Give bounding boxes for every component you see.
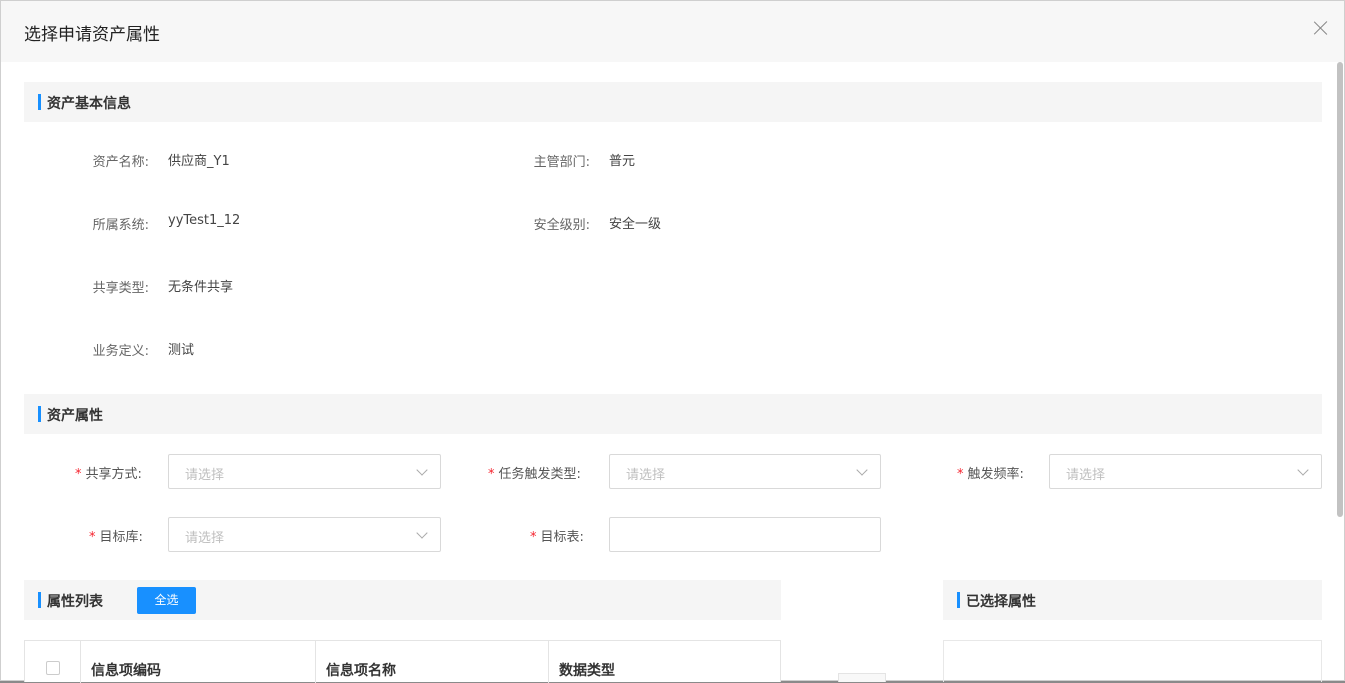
department-label: 主管部门: xyxy=(533,155,590,170)
asset-name-label: 资产名称: xyxy=(92,155,149,170)
trigger-frequency-label: * 触发频率: xyxy=(957,463,1024,482)
system-value: yyTest1_12 xyxy=(168,213,241,228)
dialog-title: 选择申请资产属性 xyxy=(24,25,160,45)
column-header-data-type: 数据类型 xyxy=(559,663,615,679)
column-header-code: 信息项编码 xyxy=(91,663,161,679)
section-title: 已选择属性 xyxy=(966,594,1036,610)
close-icon[interactable] xyxy=(1312,19,1330,37)
section-header-basic-info: 资产基本信息 xyxy=(24,82,1322,122)
section-title: 属性列表 xyxy=(47,594,103,610)
chevron-down-icon xyxy=(1297,464,1309,476)
department-value: 普元 xyxy=(609,154,636,169)
trigger-type-placeholder: 请选择 xyxy=(626,468,666,483)
select-all-checkbox[interactable] xyxy=(46,661,60,675)
section-accent-mark xyxy=(957,592,960,608)
share-type-value: 无条件共享 xyxy=(168,280,234,295)
required-mark: * xyxy=(957,467,964,482)
trigger-type-label: * 任务触发类型: xyxy=(488,463,581,482)
trigger-type-select[interactable]: 请选择 xyxy=(609,454,881,489)
section-title: 资产属性 xyxy=(47,408,103,424)
security-level-label: 安全级别: xyxy=(533,218,590,233)
share-mode-select[interactable]: 请选择 xyxy=(168,454,441,489)
required-mark: * xyxy=(488,467,495,482)
section-header-selected-attributes: 已选择属性 xyxy=(943,580,1322,620)
trigger-frequency-label-text: 触发频率: xyxy=(967,467,1024,482)
section-accent-mark xyxy=(38,94,41,110)
share-mode-label: * 共享方式: xyxy=(75,463,142,482)
section-header-asset-attributes: 资产属性 xyxy=(24,394,1322,434)
column-header-name: 信息项名称 xyxy=(326,663,396,679)
share-mode-label-text: 共享方式: xyxy=(85,467,142,482)
table-header-cell: 信息项编码 xyxy=(81,641,316,683)
table-header-cell: 信息项名称 xyxy=(316,641,549,683)
chevron-down-icon xyxy=(416,464,428,476)
section-title: 资产基本信息 xyxy=(47,96,131,112)
table-header-cell: 数据类型 xyxy=(549,641,780,683)
target-db-select[interactable]: 请选择 xyxy=(168,517,441,552)
target-table-input[interactable] xyxy=(609,517,881,552)
section-accent-mark xyxy=(38,592,41,608)
share-type-label: 共享类型: xyxy=(92,281,149,296)
system-label: 所属系统: xyxy=(92,218,149,233)
attribute-table: 信息项编码 信息项名称 数据类型 xyxy=(24,640,781,683)
target-db-placeholder: 请选择 xyxy=(185,531,225,546)
chevron-down-icon xyxy=(856,464,868,476)
dialog-header: 选择申请资产属性 xyxy=(1,1,1344,62)
trigger-type-label-text: 任务触发类型: xyxy=(498,467,581,482)
security-level-value: 安全一级 xyxy=(609,217,662,232)
section-accent-mark xyxy=(38,406,41,422)
required-mark: * xyxy=(89,530,96,545)
chevron-down-icon xyxy=(416,527,428,539)
select-all-button[interactable]: 全选 xyxy=(137,587,196,614)
target-table-label: * 目标表: xyxy=(530,526,584,545)
target-db-label-text: 目标库: xyxy=(99,530,143,545)
asset-name-value: 供应商_Y1 xyxy=(168,154,230,169)
vertical-scrollbar[interactable] xyxy=(1337,62,1343,517)
business-definition-label: 业务定义: xyxy=(92,344,149,359)
clipped-content-peek xyxy=(1173,671,1269,682)
required-mark: * xyxy=(75,467,82,482)
business-definition-value: 测试 xyxy=(168,343,195,358)
trigger-frequency-select[interactable]: 请选择 xyxy=(1049,454,1322,489)
target-table-label-text: 目标表: xyxy=(540,530,584,545)
share-mode-placeholder: 请选择 xyxy=(185,468,225,483)
target-db-label: * 目标库: xyxy=(89,526,143,545)
required-mark: * xyxy=(530,530,537,545)
table-header-checkbox-cell xyxy=(25,641,81,683)
trigger-frequency-placeholder: 请选择 xyxy=(1066,468,1106,483)
select-asset-attributes-dialog: 选择申请资产属性 资产基本信息 资产名称: 供应商_Y1 主管部门: 普元 所属… xyxy=(0,0,1345,683)
